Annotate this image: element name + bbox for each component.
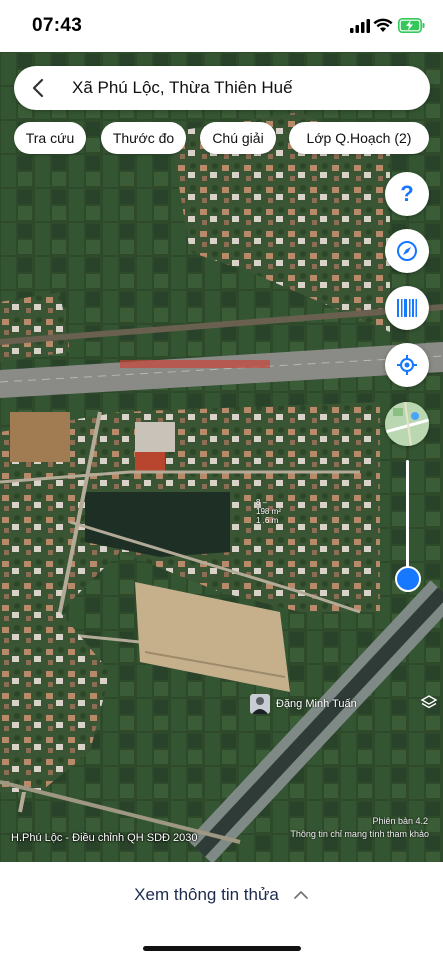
- parcel-number: 8 –: [256, 498, 268, 507]
- parcel-label: 8 – 198 m² 1 .6 m: [256, 498, 281, 525]
- chip-label: Chú giải: [212, 130, 264, 146]
- bottom-sheet: Xem thông tin thửa: [0, 862, 443, 960]
- compass-button[interactable]: [385, 229, 429, 273]
- chip-label: Tra cứu: [25, 130, 75, 146]
- help-icon: ?: [400, 181, 414, 206]
- barcode-scan-button[interactable]: [385, 286, 429, 330]
- home-indicator[interactable]: [143, 946, 301, 951]
- signal-icon: [350, 19, 370, 33]
- my-location-button[interactable]: [385, 343, 429, 387]
- app-version: Phiên bản 4.2: [372, 816, 428, 826]
- parcel-area: 198 m²: [256, 507, 281, 516]
- back-chevron-icon[interactable]: [28, 77, 50, 99]
- user-name: Đặng Minh Tuấn: [276, 698, 357, 710]
- wifi-icon: [373, 18, 393, 32]
- opacity-slider-handle[interactable]: [395, 566, 421, 592]
- disclaimer-text: Thông tin chỉ mang tính tham khảo: [290, 829, 429, 839]
- planning-layers-chip[interactable]: Lớp Q.Hoạch (2): [289, 122, 429, 154]
- avatar: [250, 694, 270, 714]
- measure-chip[interactable]: Thước đo: [101, 122, 186, 154]
- lookup-chip[interactable]: Tra cứu: [14, 122, 86, 154]
- status-time: 07:43: [32, 15, 83, 36]
- barcode-icon: [397, 299, 417, 317]
- user-marker[interactable]: Đặng Minh Tuấn: [250, 694, 357, 714]
- opacity-slider-track[interactable]: [406, 460, 409, 578]
- legend-chip[interactable]: Chú giải: [200, 122, 276, 154]
- location-search-bar[interactable]: Xã Phú Lộc, Thừa Thiên Huế: [14, 66, 430, 110]
- view-parcel-info-button[interactable]: Xem thông tin thửa: [0, 880, 443, 910]
- satellite-imagery: [0, 52, 443, 862]
- battery-charging-icon: [398, 18, 425, 33]
- compass-icon: [397, 241, 417, 261]
- chip-label: Thước đo: [112, 130, 175, 146]
- locate-icon: [397, 355, 417, 375]
- chip-label: Lớp Q.Hoạch (2): [306, 130, 412, 146]
- chevron-up-icon: [293, 891, 308, 899]
- map-type-button[interactable]: [385, 402, 429, 446]
- parcel-dimension: 1 .6 m: [256, 516, 279, 525]
- status-bar: 07:43: [0, 0, 443, 52]
- planning-layer-label: H.Phú Lộc - Điều chỉnh QH SDĐ 2030: [11, 832, 198, 844]
- help-button[interactable]: ?: [385, 172, 429, 216]
- layers-icon[interactable]: [420, 694, 438, 712]
- view-parcel-info-label: Xem thông tin thửa: [134, 885, 279, 904]
- location-title: Xã Phú Lộc, Thừa Thiên Huế: [72, 78, 293, 97]
- map-thumbnail-icon: [385, 402, 429, 446]
- satellite-map[interactable]: [0, 52, 443, 862]
